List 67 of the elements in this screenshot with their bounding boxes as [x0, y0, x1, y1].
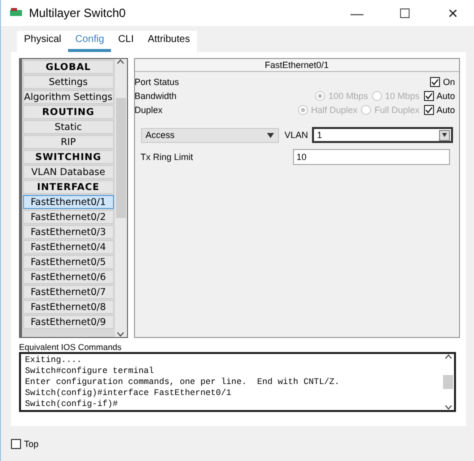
checkbox[interactable] — [424, 105, 434, 115]
window-title: Multilayer Switch0 — [29, 6, 127, 20]
sidebar-item[interactable]: FastEthernet0/8 — [23, 300, 114, 314]
tab[interactable]: CLI — [111, 31, 141, 52]
panel-title: FastEthernet0/1 — [134, 59, 460, 72]
radio-button[interactable] — [298, 105, 308, 115]
checkbox-label: Auto — [436, 105, 456, 115]
field-label: VLAN — [284, 130, 308, 140]
radio-button[interactable] — [372, 91, 382, 101]
dropdown-arrow-icon — [266, 132, 274, 138]
section-header: GLOBAL — [23, 60, 114, 74]
scrollbar[interactable] — [114, 59, 127, 337]
radio-button[interactable] — [315, 91, 326, 101]
sidebar-item[interactable]: FastEthernet0/7 — [23, 285, 114, 299]
tab[interactable]: Config — [68, 31, 112, 52]
sidebar-item[interactable]: FastEthernet0/9 — [23, 315, 114, 329]
sidebar-item[interactable]: FastEthernet0/2 — [23, 210, 114, 224]
checkbox-label: Auto — [436, 91, 456, 101]
sidebar-item[interactable]: FastEthernet0/6 — [23, 270, 114, 284]
dropdown-button[interactable] — [439, 130, 450, 140]
checkbox[interactable] — [11, 438, 21, 448]
console-line: Enter configuration commands, one per line. End with CNTL/Z. — [25, 377, 341, 388]
console-line: Switch(config-if)# — [25, 399, 119, 410]
section-header: SWITCHING — [23, 150, 114, 164]
sidebar-item[interactable]: FastEthernet0/5 — [23, 255, 114, 269]
radio-label: 10 Mbps — [384, 91, 420, 101]
tab[interactable]: Physical — [17, 31, 68, 52]
command-output[interactable]: Exiting.... Switch#configure terminal Enter configuration commands, one per line. End with CNTL/Z. Switch(config)#interface FastEthernet0/1 Switch(config-if)# — [19, 352, 456, 412]
scroll-down-icon[interactable] — [444, 405, 452, 410]
field-label: Bandwidth — [134, 91, 178, 101]
sidebar-item[interactable]: Settings — [23, 75, 114, 89]
vlan-combo-box[interactable]: 1 — [312, 127, 454, 143]
checkbox-label: On — [443, 77, 456, 87]
mode-dropdown[interactable]: Access — [140, 128, 279, 142]
window-control[interactable]: ✕ — [432, 6, 474, 20]
sidebar-item[interactable]: Static — [23, 120, 114, 134]
field-label: Duplex — [134, 105, 164, 115]
field-label: Tx Ring Limit — [140, 152, 194, 162]
scroll-up-icon[interactable] — [444, 354, 452, 359]
checkbox-label: Top — [24, 438, 39, 448]
dropdown-arrow-icon — [442, 133, 448, 137]
console-line: Switch#configure terminal — [25, 366, 155, 377]
scroll-down-icon[interactable] — [117, 332, 124, 337]
radio-button[interactable] — [361, 105, 372, 115]
sidebar-item[interactable]: RIP — [23, 135, 114, 149]
section-header: ROUTING — [23, 105, 114, 119]
sidebar-item[interactable]: FastEthernet0/1 — [23, 195, 114, 209]
radio-label: Half Duplex — [310, 105, 358, 115]
radio-label: 100 Mbps — [328, 91, 368, 101]
section-label: Equivalent IOS Commands — [19, 342, 123, 352]
radio-label: Full Duplex — [374, 105, 420, 115]
checkbox[interactable] — [430, 77, 440, 87]
window-control[interactable]: — — [336, 6, 378, 20]
tab[interactable]: Attributes — [140, 31, 197, 52]
console-line: Switch(config)#interface FastEthernet0/1 — [25, 388, 232, 399]
checkbox[interactable] — [424, 91, 434, 101]
scroll-up-icon[interactable] — [117, 59, 124, 64]
scrollbar[interactable] — [442, 354, 454, 410]
window-control[interactable]: ☐ — [384, 6, 426, 20]
sidebar-item[interactable]: Algorithm Settings — [23, 90, 114, 104]
field-label: Port Status — [134, 77, 180, 87]
section-header: INTERFACE — [23, 180, 114, 194]
console-line: Exiting.... — [25, 355, 83, 366]
input-field[interactable]: 10 — [292, 149, 450, 165]
sidebar-item[interactable]: FastEthernet0/3 — [23, 225, 114, 239]
sidebar-item[interactable]: VLAN Database — [23, 165, 114, 179]
sidebar-item[interactable]: FastEthernet0/4 — [23, 240, 114, 254]
